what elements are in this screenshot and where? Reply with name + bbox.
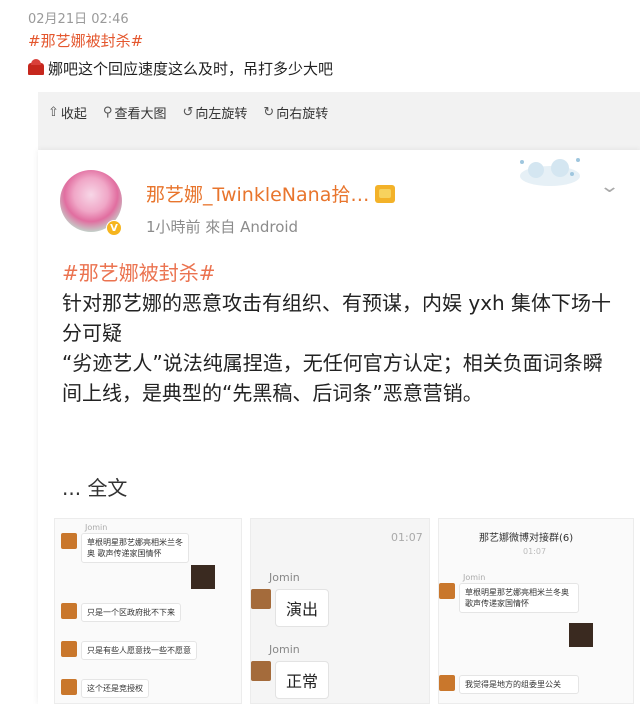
post-text-row: 娜吧这个回应速度这么及时，吊打多少大吧 bbox=[28, 58, 333, 79]
avatar bbox=[251, 589, 271, 609]
body-paragraph-1: 针对那艺娜的恶意攻击有组织、有预谋，内娱 yxh 集体下场十分可疑 bbox=[62, 291, 612, 345]
chat-message: 这个还是竞授权 bbox=[61, 679, 149, 698]
body-hashtag[interactable]: #那艺娜被封杀# bbox=[62, 258, 622, 288]
expand-full-text-link[interactable]: 全文 bbox=[87, 476, 127, 500]
rotate-left-label: 向左旋转 bbox=[195, 106, 248, 122]
decoration-sticker-icon bbox=[520, 158, 580, 186]
post-meta: 1小時前 來自 Android bbox=[146, 218, 299, 236]
chat-message: 只是一个区政府批不下来 bbox=[61, 603, 181, 622]
avatar bbox=[61, 533, 77, 549]
chevron-down-icon[interactable]: ⌄ bbox=[599, 176, 620, 197]
expand-row: ... 全文 bbox=[62, 472, 127, 501]
siren-icon bbox=[28, 58, 44, 75]
avatar bbox=[61, 679, 77, 695]
view-large-label: 查看大图 bbox=[114, 106, 167, 122]
post-text: 娜吧这个回应速度这么及时，吊打多少大吧 bbox=[48, 60, 334, 78]
image-thumbnail-2[interactable]: 01:07 Jomin 演出 Jomin 正常 bbox=[250, 518, 430, 704]
username-row: 那艺娜_TwinkleNana拾… bbox=[146, 180, 396, 207]
chat-bubble: 草根明星那艺娜亮相米兰冬奥 歌声传递家国情怀 bbox=[459, 583, 579, 613]
chat-sender-name: Jomin bbox=[85, 523, 108, 532]
chat-sender-name: Jomin bbox=[269, 571, 300, 584]
chat-bubble: 正常 bbox=[275, 661, 330, 699]
avatar bbox=[439, 583, 455, 599]
rotate-left-button[interactable]: ↺ 向左旋转 bbox=[182, 103, 247, 122]
image-toolbar: ⇧ 收起 ⚲ 查看大图 ↺ 向左旋转 ↻ 向右旋转 bbox=[48, 100, 328, 124]
chat-message: 草根明星那艺娜亮相米兰冬奥 歌声传递家国情怀 bbox=[61, 533, 231, 563]
body-paragraph-2: “劣迹艺人”说法纯属捏造，无任何官方认定；相关负面词条瞬间上线，是典型的“先黑稿… bbox=[62, 351, 603, 405]
post-hashtag[interactable]: #那艺娜被封杀# bbox=[28, 30, 143, 51]
rotate-right-label: 向右旋转 bbox=[276, 106, 329, 122]
chat-photo bbox=[569, 623, 593, 647]
collapse-icon: ⇧ bbox=[48, 104, 59, 120]
view-large-button[interactable]: ⚲ 查看大图 bbox=[103, 103, 167, 122]
chat-time: 01:07 bbox=[391, 531, 423, 544]
crown-badge-icon bbox=[375, 184, 396, 203]
image-thumbnail-3[interactable]: 那艺娜微博对接群(6) 01:07 Jomin 草根明星那艺娜亮相米兰冬奥 歌声… bbox=[438, 518, 634, 704]
chat-photo bbox=[191, 565, 215, 589]
avatar bbox=[439, 675, 455, 691]
chat-bubble: 这个还是竞授权 bbox=[81, 679, 149, 698]
chat-sender-name: Jomin bbox=[269, 643, 300, 656]
collapse-button[interactable]: ⇧ 收起 bbox=[48, 103, 87, 122]
chat-bubble: 只是一个区政府批不下来 bbox=[81, 603, 181, 622]
chat-sender-name: Jomin bbox=[463, 573, 486, 582]
chat-bubble: 演出 bbox=[275, 589, 330, 627]
chat-bubble: 草根明星那艺娜亮相米兰冬奥 歌声传递家国情怀 bbox=[81, 533, 189, 563]
verified-badge-icon: V bbox=[106, 220, 122, 236]
avatar bbox=[61, 641, 77, 657]
chat-time: 01:07 bbox=[523, 547, 547, 556]
chat-message: 草根明星那艺娜亮相米兰冬奥 歌声传递家国情怀 bbox=[439, 583, 579, 613]
rotate-right-button[interactable]: ↻ 向右旋转 bbox=[263, 103, 328, 122]
chat-group-title: 那艺娜微博对接群(6) bbox=[479, 533, 574, 544]
post-body: #那艺娜被封杀# 针对那艺娜的恶意攻击有组织、有预谋，内娱 yxh 集体下场十分… bbox=[62, 258, 622, 408]
chat-message: 只是有些人愿意找一些不愿意 bbox=[61, 641, 197, 660]
post-timestamp: 02月21日 02:46 bbox=[28, 12, 129, 27]
chat-bubble: 我觉得是地方的组委里公关 bbox=[459, 675, 579, 694]
chat-message: 我觉得是地方的组委里公关 bbox=[439, 675, 579, 694]
weibo-page: 02月21日 02:46 #那艺娜被封杀# 娜吧这个回应速度这么及时，吊打多少大… bbox=[0, 0, 640, 704]
search-icon: ⚲ bbox=[102, 104, 113, 120]
username[interactable]: 那艺娜_TwinkleNana拾… bbox=[146, 180, 369, 207]
rotate-right-icon: ↻ bbox=[263, 104, 275, 120]
rotate-left-icon: ↺ bbox=[182, 104, 194, 120]
chat-message: 正常 bbox=[251, 661, 330, 699]
image-thumbnail-1[interactable]: Jomin 草根明星那艺娜亮相米兰冬奥 歌声传递家国情怀 只是一个区政府批不下来… bbox=[54, 518, 242, 704]
avatar bbox=[251, 661, 271, 681]
collapse-label: 收起 bbox=[60, 106, 87, 122]
chat-bubble: 只是有些人愿意找一些不愿意 bbox=[81, 641, 197, 660]
chat-message: 演出 bbox=[251, 589, 330, 627]
avatar bbox=[61, 603, 77, 619]
expand-ellipsis: ... bbox=[62, 476, 88, 500]
